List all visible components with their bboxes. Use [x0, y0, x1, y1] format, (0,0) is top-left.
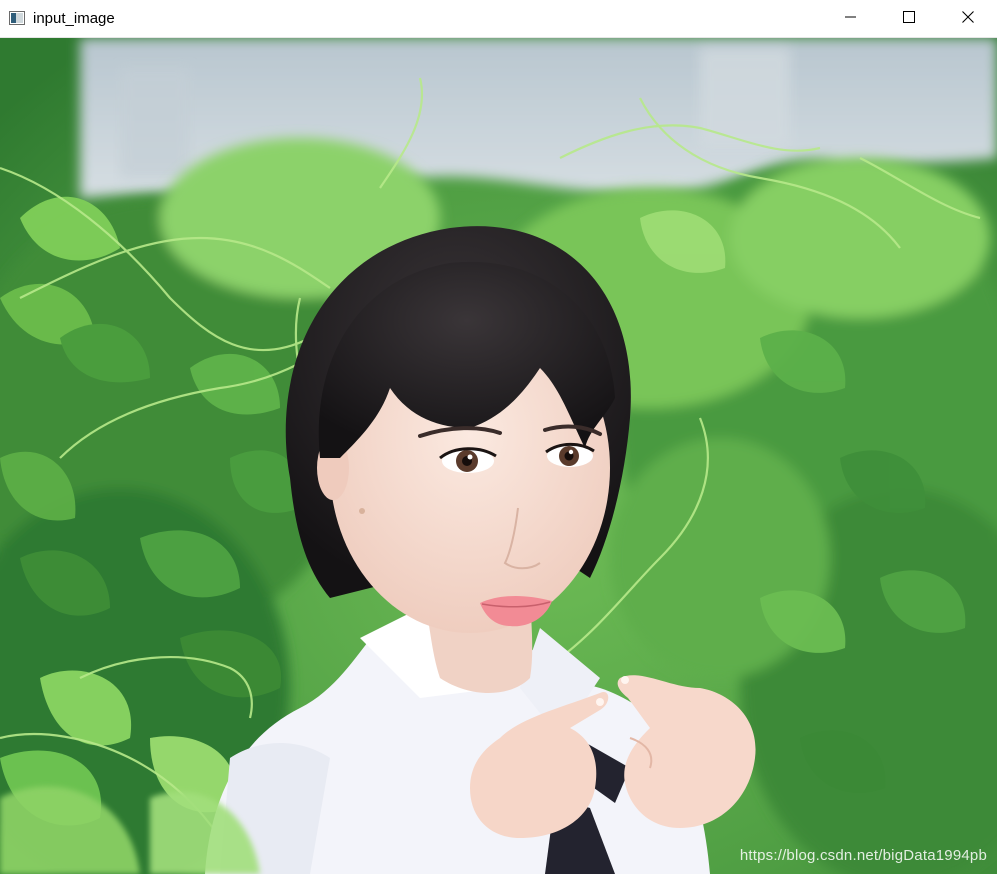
minimize-button[interactable] [822, 0, 880, 37]
window-title: input_image [33, 10, 115, 27]
close-icon [962, 10, 974, 28]
photo-image [0, 38, 997, 874]
watermark-text: https://blog.csdn.net/bigData1994pb [739, 847, 987, 864]
close-button[interactable] [939, 0, 997, 37]
image-window-icon [9, 11, 25, 25]
title-bar[interactable]: input_image [0, 0, 997, 38]
maximize-button[interactable] [880, 0, 938, 37]
maximize-icon [903, 10, 915, 28]
image-window: input_image https://blog.csdn.net/bigDat… [0, 0, 997, 874]
image-canvas: https://blog.csdn.net/bigData1994pb [0, 38, 997, 874]
minimize-icon [845, 10, 857, 28]
